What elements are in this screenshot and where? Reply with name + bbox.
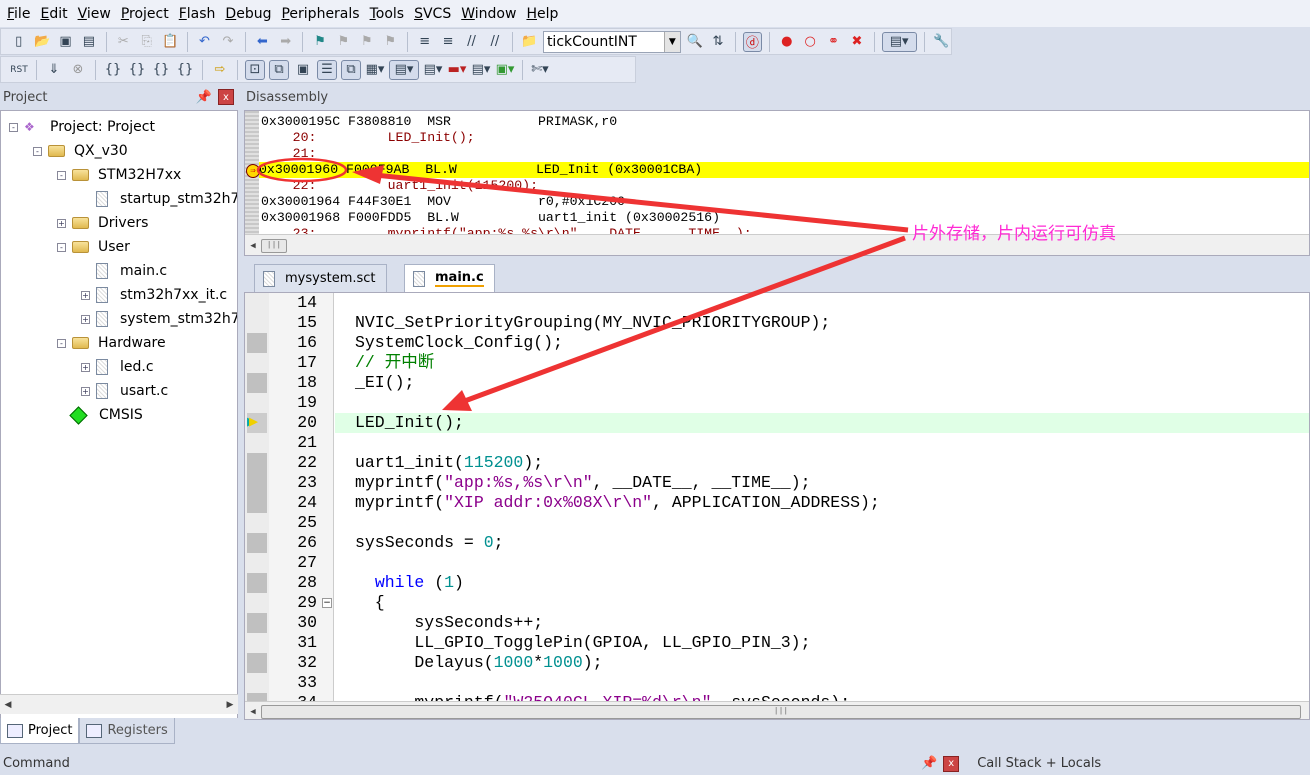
annotation-overlay <box>256 157 909 411</box>
arrowhead <box>352 165 384 184</box>
highlight-ellipse <box>256 157 348 183</box>
arrow-to-address <box>374 172 909 233</box>
arrow-to-code <box>461 235 906 405</box>
annotation-note: 片外存储，片内运行可仿真 <box>912 224 1116 244</box>
